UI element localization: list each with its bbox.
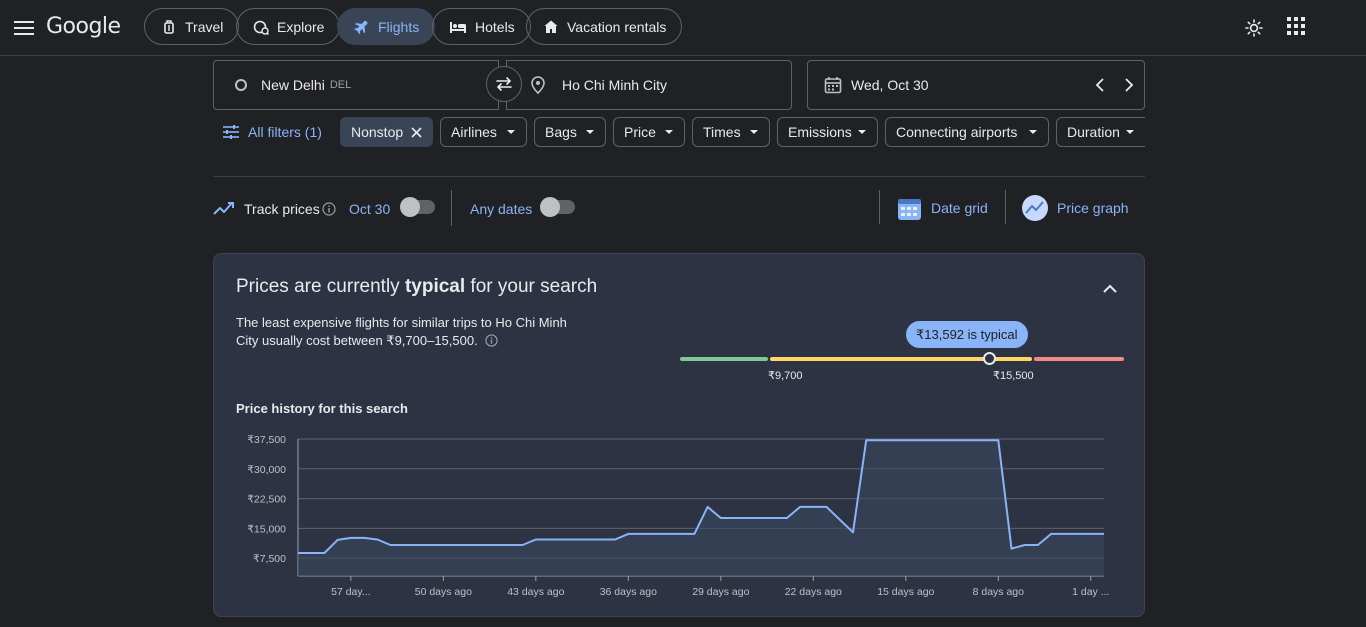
track-prices-toggle[interactable] (400, 197, 435, 217)
nav-tab-vacation-rentals[interactable]: Vacation rentals (526, 8, 683, 45)
nav-tab-label: Travel (185, 18, 224, 35)
track-date-label: Oct 30 (349, 201, 391, 217)
nav-tab-flights[interactable]: Flights (337, 8, 436, 45)
view-separator-1 (879, 190, 880, 224)
caret-down-icon (507, 130, 515, 134)
chip-label: Emissions (788, 124, 852, 140)
destination-field[interactable]: Ho Chi Minh City (506, 60, 792, 110)
swap-locations-button[interactable] (486, 66, 522, 102)
info-icon[interactable] (322, 202, 336, 216)
all-filters-button[interactable]: All filters (1) (222, 117, 322, 147)
airplane-icon (354, 20, 368, 34)
y-tick-label: ₹15,000 (247, 523, 286, 535)
x-tick-label: 36 days ago (600, 586, 657, 598)
times-filter-chip[interactable]: Times (692, 117, 770, 147)
date-grid-button[interactable]: Date grid (897, 194, 988, 222)
nav-tab-label: Hotels (475, 18, 515, 35)
chip-label: Duration (1067, 124, 1120, 140)
close-icon[interactable] (411, 126, 422, 138)
origin-airport-code: DEL (329, 79, 352, 91)
caret-down-icon (665, 130, 673, 134)
swap-icon (496, 77, 512, 91)
caret-down-icon (858, 130, 866, 134)
all-filters-label: All filters (1) (248, 124, 322, 140)
origin-circle-icon (235, 79, 247, 91)
departure-date: Wed, Oct 30 (851, 77, 929, 93)
chip-label: Price (624, 124, 656, 140)
x-tick-label: 15 days ago (877, 586, 934, 598)
previous-date-button[interactable] (1090, 75, 1110, 95)
track-prices-label: Track prices (244, 201, 320, 217)
price-filter-chip[interactable]: Price (613, 117, 685, 147)
bed-icon (450, 21, 466, 33)
y-tick-label: ₹22,500 (247, 494, 286, 506)
nav-tab-travel[interactable]: Travel (144, 8, 240, 45)
nav-tab-explore[interactable]: Explore (236, 8, 341, 45)
location-pin-icon (531, 76, 545, 94)
chip-label: Connecting airports (896, 124, 1018, 140)
chevron-right-icon (1125, 78, 1134, 92)
y-tick-label: ₹7,500 (253, 553, 286, 565)
luggage-icon (164, 19, 174, 34)
duration-filter-chip[interactable]: Duration (1056, 117, 1145, 147)
any-dates-label: Any dates (470, 201, 533, 217)
origin-field[interactable]: New Delhi DEL (213, 60, 499, 110)
tracking-separator (451, 190, 452, 226)
chip-label: Airlines (451, 124, 497, 140)
destination-city: Ho Chi Minh City (562, 77, 668, 93)
nonstop-filter-chip[interactable]: Nonstop (340, 117, 433, 147)
date-grid-icon (898, 198, 921, 220)
chip-label: Times (703, 124, 741, 140)
filter-divider (213, 176, 1145, 177)
price-graph-icon (1022, 195, 1048, 221)
caret-down-icon (586, 130, 594, 134)
x-tick-label: 22 days ago (785, 586, 842, 598)
x-tick-label: 50 days ago (415, 586, 472, 598)
x-tick-label: 29 days ago (692, 586, 749, 598)
price-area (298, 440, 1104, 576)
explore-icon (253, 20, 269, 35)
toggle-knob (400, 197, 420, 217)
filter-sliders-icon (223, 125, 239, 139)
date-grid-label: Date grid (931, 200, 988, 216)
y-tick-label: ₹30,000 (247, 464, 286, 476)
x-tick-label: 43 days ago (507, 586, 564, 598)
price-graph-button[interactable]: Price graph (1021, 194, 1129, 222)
x-tick-label: 1 day ... (1072, 586, 1109, 598)
google-logo[interactable]: Google (46, 10, 121, 44)
x-tick-label: 57 day... (331, 586, 371, 598)
calendar-icon (824, 77, 842, 94)
emissions-filter-chip[interactable]: Emissions (777, 117, 878, 147)
top-app-bar: Google Travel Explore Flights Hotels Vac… (0, 0, 1366, 56)
price-graph-label: Price graph (1057, 200, 1129, 216)
nav-tab-hotels[interactable]: Hotels (432, 8, 531, 45)
toggle-knob (540, 197, 560, 217)
any-dates-toggle[interactable] (540, 197, 575, 217)
menu-icon[interactable] (8, 12, 40, 44)
nav-tab-label: Vacation rentals (567, 18, 667, 35)
caret-down-icon (1029, 130, 1037, 134)
x-tick-label: 8 days ago (973, 586, 1025, 598)
nonstop-label: Nonstop (351, 124, 404, 140)
house-icon (544, 20, 558, 33)
nav-tab-label: Explore (277, 18, 325, 35)
caret-down-icon (750, 130, 758, 134)
nav-tab-label: Flights (378, 18, 420, 35)
theme-toggle-icon[interactable] (1240, 14, 1268, 42)
departure-date-field[interactable]: Wed, Oct 30 (807, 60, 1145, 110)
bags-filter-chip[interactable]: Bags (534, 117, 606, 147)
price-history-chart: ₹7,500 ₹15,000 ₹22,500 ₹30,000 ₹37,500 57 day… (247, 434, 1109, 598)
trending-line-icon (213, 202, 234, 215)
view-separator-2 (1005, 190, 1006, 224)
price-insights-card: Prices are currently typical for your se… (213, 253, 1145, 617)
chevron-left-icon (1095, 78, 1104, 92)
connecting-airports-filter-chip[interactable]: Connecting airports (885, 117, 1049, 147)
apps-grid-icon[interactable] (1282, 12, 1310, 40)
airlines-filter-chip[interactable]: Airlines (440, 117, 527, 147)
origin-city: New Delhi (261, 77, 325, 93)
chip-label: Bags (545, 124, 577, 140)
y-tick-label: ₹37,500 (247, 434, 286, 446)
next-date-button[interactable] (1119, 75, 1139, 95)
caret-down-icon (1126, 130, 1134, 134)
